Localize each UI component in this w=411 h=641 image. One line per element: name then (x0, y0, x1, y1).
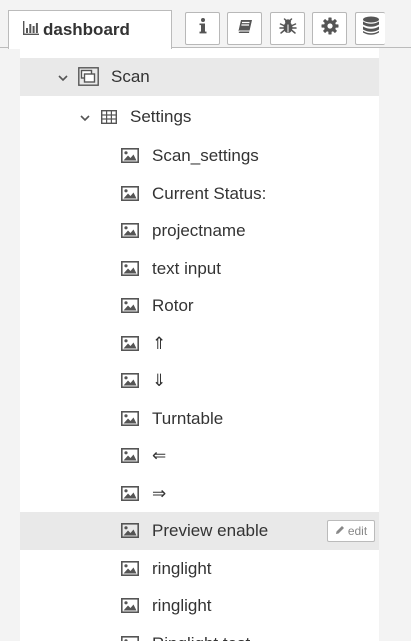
pencil-icon (335, 524, 345, 538)
image-icon (121, 223, 139, 243)
context-data-tab-button[interactable] (355, 12, 385, 45)
tree-left-gutter (0, 48, 20, 641)
widget-label: Turntable (152, 409, 224, 428)
image-icon (121, 448, 139, 468)
widget-label: Current Status: (152, 184, 267, 203)
widget-label: Preview enable (152, 521, 269, 540)
widget-row[interactable]: Current Status: (20, 175, 379, 213)
widget-row[interactable]: projectname (20, 212, 379, 250)
info-tab-button[interactable] (185, 12, 220, 45)
widget-label: Rotor (152, 296, 194, 315)
debug-tab-button[interactable] (270, 12, 305, 45)
widget-row[interactable]: ringlight (20, 550, 379, 588)
edit-button[interactable]: edit (327, 520, 375, 542)
widget-row[interactable]: ⇐ (20, 437, 379, 475)
widget-label: Ringlight test (152, 634, 250, 641)
widget-row[interactable]: text input (20, 250, 379, 288)
bar-chart-icon (23, 20, 39, 40)
info-icon (199, 18, 207, 39)
group-tab-icon (78, 67, 99, 91)
widget-label: ringlight (152, 596, 212, 615)
tab-dashboard[interactable]: dashboard (8, 10, 172, 49)
widget-label: projectname (152, 221, 246, 240)
image-icon (121, 298, 139, 318)
tree-subgroup-settings[interactable]: Settings (20, 98, 379, 136)
widget-row[interactable]: Turntable (20, 400, 379, 438)
widget-row[interactable]: ⇓ (20, 362, 379, 400)
bug-icon (278, 17, 297, 40)
widget-label: ⇐ (152, 446, 167, 465)
widget-row[interactable]: ringlight (20, 587, 379, 625)
image-icon (121, 261, 139, 281)
widget-label: ringlight (152, 559, 212, 578)
widget-label: ⇓ (152, 371, 167, 390)
chevron-down-icon[interactable] (79, 111, 91, 123)
chevron-down-icon[interactable] (57, 71, 69, 83)
widget-row[interactable]: Preview enable edit (20, 512, 379, 550)
widget-row[interactable]: ⇒ (20, 475, 379, 513)
image-icon (121, 636, 139, 641)
tree-subgroup-label: Settings (130, 107, 192, 126)
table-icon (100, 109, 118, 129)
scrollbar[interactable] (396, 48, 411, 641)
widget-label: ⇑ (152, 334, 167, 353)
widget-label: ⇒ (152, 484, 167, 503)
widget-label: text input (152, 259, 221, 278)
image-icon (121, 411, 139, 431)
image-icon (121, 486, 139, 506)
image-icon (121, 598, 139, 618)
image-icon (121, 186, 139, 206)
widget-row[interactable]: Ringlight test (20, 625, 379, 641)
settings-tab-button[interactable] (312, 12, 347, 45)
image-icon (121, 561, 139, 581)
widget-row[interactable]: Scan_settings (20, 137, 379, 175)
dashboard-sidebar: dashboard Scan Settings Scan_settings Cu… (0, 0, 411, 641)
tab-dashboard-label: dashboard (43, 20, 130, 39)
image-icon (121, 336, 139, 356)
tree-group-label: Scan (111, 67, 150, 86)
widget-row[interactable]: ⇑ (20, 325, 379, 363)
tree-right-gutter (379, 48, 396, 641)
edit-button-label: edit (347, 524, 368, 538)
gear-icon (321, 17, 339, 40)
help-tab-button[interactable] (227, 12, 262, 45)
image-icon (121, 373, 139, 393)
book-icon (237, 19, 253, 39)
widget-row[interactable]: Rotor (20, 287, 379, 325)
dashboard-layout-tree: Scan Settings Scan_settings Current Statu… (20, 48, 379, 641)
sidebar-tab-bar: dashboard (0, 0, 411, 49)
image-icon (121, 523, 139, 543)
tree-group-scan[interactable]: Scan (20, 58, 379, 96)
widget-label: Scan_settings (152, 146, 259, 165)
database-icon (362, 16, 380, 41)
image-icon (121, 148, 139, 168)
